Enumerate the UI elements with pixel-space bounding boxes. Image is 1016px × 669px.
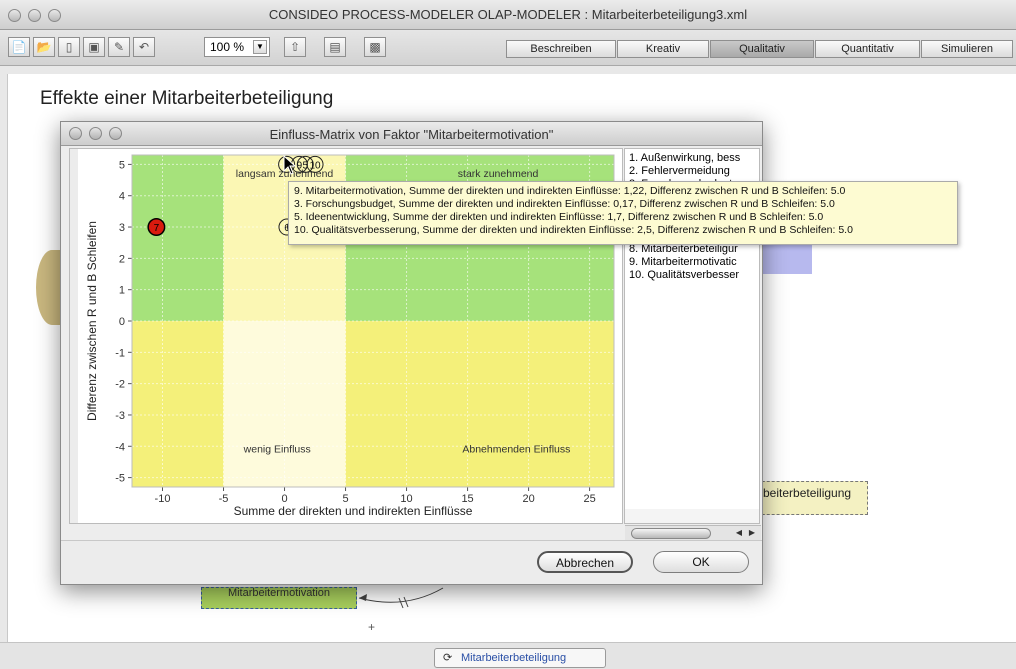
mouse-pointer-icon — [283, 155, 297, 175]
dialog-button-bar: Abbrechen OK — [61, 540, 762, 584]
undo-icon[interactable]: ↶ — [133, 37, 155, 57]
y-axis-label: Differenz zwischen R und B Schleifen — [85, 221, 99, 421]
y-tick-label: -4 — [115, 441, 125, 453]
data-point-label: 10 — [309, 160, 321, 171]
chevron-down-icon: ▼ — [253, 40, 267, 54]
toolbar: 📄 📂 ▯ ▣ ✎ ↶ 100 % ▼ ⇧ ▤ ▩ Beschreiben Kre… — [0, 30, 1016, 66]
open-folder-icon[interactable]: 📂 — [33, 37, 55, 57]
node-label: Mitarbeitermotivation — [227, 587, 331, 599]
data-point-label: 7 — [154, 223, 160, 234]
y-tick-label: 4 — [119, 191, 125, 203]
tab-label: Mitarbeiterbeteiligung — [461, 652, 567, 664]
list-item[interactable]: 10. Qualitätsverbesser — [625, 269, 759, 282]
tab-quantitativ[interactable]: Quantitativ — [815, 40, 920, 58]
y-tick-label: -3 — [115, 410, 125, 422]
list-item[interactable]: 2. Fehlervermeidung — [625, 165, 759, 178]
y-tick-label: 5 — [119, 159, 125, 171]
tab-simulieren[interactable]: Simulieren — [921, 40, 1013, 58]
zoom-value: 100 % — [210, 40, 245, 54]
x-tick-label: -5 — [219, 493, 229, 505]
quadrant-label: Abnehmenden Einfluss — [462, 444, 570, 456]
chart-region — [345, 321, 614, 487]
x-tick-label: 25 — [583, 493, 595, 505]
window-title: CONSIDEO PROCESS-MODELER OLAP-MODELER : … — [268, 7, 748, 22]
tab-mitarbeiterbeteiligung[interactable]: ⟳ Mitarbeiterbeteiligung — [434, 648, 606, 668]
window-titlebar: CONSIDEO PROCESS-MODELER OLAP-MODELER : … — [0, 0, 1016, 30]
save-icon[interactable]: ▣ — [83, 37, 105, 57]
node-label: beiterbeteiligung — [763, 486, 852, 500]
list-item[interactable]: 1. Außenwirkung, bess — [625, 152, 759, 165]
y-tick-label: -5 — [115, 473, 125, 485]
save-as-icon[interactable]: ▩ — [364, 37, 386, 57]
diagram-node[interactable]: beiterbeteiligung — [752, 481, 868, 515]
tooltip-line: 5. Ideenentwicklung, Summe der direkten … — [294, 211, 824, 223]
document-icon[interactable]: ▯ — [58, 37, 80, 57]
tab-qualitativ[interactable]: Qualitativ — [710, 40, 814, 58]
y-tick-label: 1 — [119, 285, 125, 297]
x-axis-label: Summe der direkten und indirekten Einflü… — [234, 504, 473, 518]
page-title: Effekte einer Mitarbeiterbeteiligung — [40, 88, 334, 109]
tab-kreativ[interactable]: Kreativ — [617, 40, 709, 58]
zoom-select[interactable]: 100 % ▼ — [204, 37, 270, 57]
dialog-title: Einfluss-Matrix von Faktor "Mitarbeiterm… — [269, 127, 554, 142]
diagram-node[interactable]: Mitarbeitermotivation — [201, 587, 357, 609]
edit-icon[interactable]: ✎ — [108, 37, 130, 57]
y-tick-label: 0 — [119, 316, 125, 328]
arrow-up-icon[interactable]: ⇧ — [284, 37, 306, 57]
chart-region — [132, 155, 224, 321]
ok-button[interactable]: OK — [653, 551, 749, 573]
quadrant-label: wenig Einfluss — [243, 444, 311, 456]
new-document-icon[interactable]: 📄 — [8, 37, 30, 57]
x-tick-label: 20 — [522, 493, 534, 505]
plus-icon: + — [368, 620, 376, 634]
tooltip-line: 9. Mitarbeitermotivation, Summe der dire… — [294, 185, 846, 197]
scroll-right-icon[interactable]: ▶ — [746, 527, 758, 540]
x-tick-label: -10 — [155, 493, 171, 505]
cancel-button[interactable]: Abbrechen — [537, 551, 633, 573]
scrollbar-thumb[interactable] — [631, 528, 711, 539]
table-icon[interactable]: ▤ — [324, 37, 346, 57]
quadrant-label: stark zunehmend — [458, 168, 539, 180]
list-item[interactable]: 9. Mitarbeitermotivatic — [625, 256, 759, 269]
chart-region — [132, 321, 224, 487]
tooltip-line: 3. Forschungsbudget, Summe der direkten … — [294, 198, 835, 210]
cycle-icon: ⟳ — [443, 652, 453, 664]
y-tick-label: 2 — [119, 253, 125, 265]
y-tick-label: -1 — [115, 347, 125, 359]
tooltip-line: 10. Qualitätsverbesserung, Summe der dir… — [294, 224, 853, 236]
scroll-left-icon[interactable]: ◀ — [733, 527, 745, 540]
dialog-titlebar: Einfluss-Matrix von Faktor "Mitarbeiterm… — [61, 122, 762, 146]
y-tick-label: -2 — [115, 379, 125, 391]
point-tooltip: 9. Mitarbeitermotivation, Summe der dire… — [288, 181, 958, 245]
y-tick-label: 3 — [119, 222, 125, 234]
horizontal-scrollbar[interactable]: ◀ ▶ — [625, 525, 761, 541]
connector-arrow — [358, 587, 444, 609]
tab-beschreiben[interactable]: Beschreiben — [506, 40, 616, 58]
